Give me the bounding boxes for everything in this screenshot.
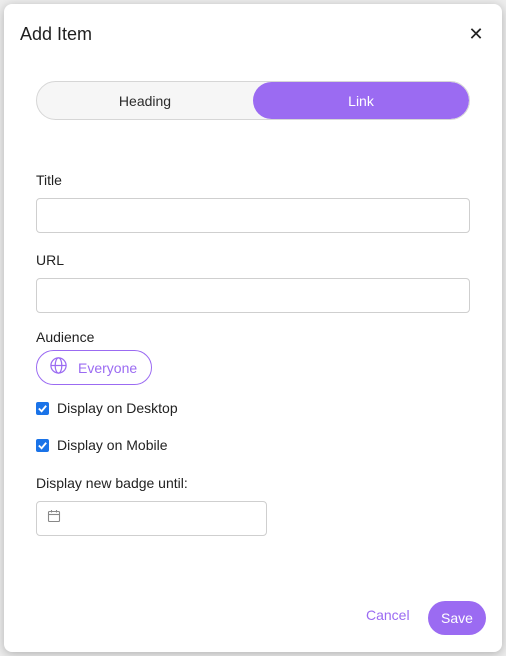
tab-heading[interactable]: Heading [37,82,253,119]
item-type-toggle: Heading Link [36,81,470,120]
mobile-option: Display on Mobile [36,437,168,453]
mobile-label: Display on Mobile [57,437,168,453]
close-button[interactable]: ✕ [466,24,486,44]
cancel-button[interactable]: Cancel [366,607,410,629]
badge-date-input[interactable] [36,501,267,536]
dialog-title: Add Item [20,24,93,44]
desktop-checkbox[interactable] [36,401,49,415]
desktop-label: Display on Desktop [57,400,178,416]
title-label: Title [36,172,62,188]
badge-label: Display new badge until: [36,475,188,491]
calendar-icon [47,509,61,528]
close-icon: ✕ [468,24,484,44]
audience-value: Everyone [78,359,138,376]
title-input[interactable] [36,198,470,233]
tab-link[interactable]: Link [253,82,469,119]
audience-label: Audience [36,329,95,345]
add-item-dialog: Add Item ✕ Heading Link Title URL Audien… [4,4,502,652]
save-button[interactable]: Save [428,601,486,635]
mobile-checkbox[interactable] [36,438,49,452]
audience-button[interactable]: Everyone [36,350,152,385]
url-input[interactable] [36,278,470,313]
globe-icon [49,356,68,380]
desktop-option: Display on Desktop [36,400,178,416]
url-label: URL [36,252,65,268]
